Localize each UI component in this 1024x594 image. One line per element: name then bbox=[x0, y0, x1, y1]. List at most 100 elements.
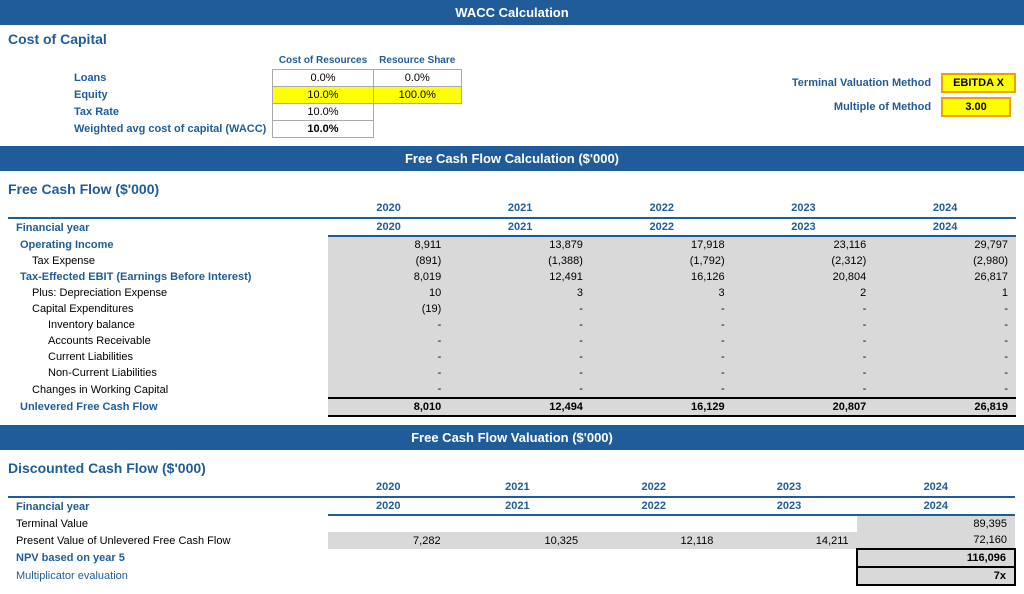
dcf-year-2021: 2021 bbox=[449, 478, 587, 497]
dcf-header: Free Cash Flow Valuation ($'000) bbox=[0, 425, 1024, 450]
fcf-cell-6-3: - bbox=[733, 317, 875, 333]
fcf-header-val-3: 2023 bbox=[733, 218, 875, 236]
tax-rate-label: Tax Rate bbox=[68, 104, 273, 121]
dcf-cell-1-1 bbox=[449, 515, 587, 532]
fcf-cell-9-4: - bbox=[874, 365, 1016, 381]
loans-share[interactable]: 0.0% bbox=[373, 70, 461, 87]
fcf-cell-3-4: 26,817 bbox=[874, 269, 1016, 285]
fcf-row-label-7: Accounts Receivable bbox=[8, 333, 328, 349]
fcf-row-9: Non-Current Liabilities----- bbox=[8, 365, 1016, 381]
fcf-row-5: Capital Expenditures(19)---- bbox=[8, 301, 1016, 317]
fcf-title: Free Cash Flow ($'000) bbox=[8, 175, 1016, 199]
fcf-cell-1-4: 29,797 bbox=[874, 236, 1016, 253]
fcf-row-label-3: Tax-Effected EBIT (Earnings Before Inter… bbox=[8, 269, 328, 285]
multiple-method-label: Multiple of Method bbox=[731, 101, 931, 113]
dcf-row-1: Terminal Value 89,395 bbox=[8, 515, 1015, 532]
fcf-cell-8-2: - bbox=[591, 349, 733, 365]
fcf-table: 2020 2021 2022 2023 2024 Financial year2… bbox=[8, 199, 1016, 417]
terminal-method-val[interactable]: EBITDA X bbox=[941, 73, 1016, 93]
fcf-year-2024: 2024 bbox=[874, 199, 1016, 218]
fcf-cell-5-0: (19) bbox=[328, 301, 449, 317]
fcf-cell-6-1: - bbox=[449, 317, 591, 333]
tax-rate-row: Tax Rate 10.0% bbox=[68, 104, 461, 121]
dcf-title: Discounted Cash Flow ($'000) bbox=[8, 454, 1016, 478]
fcf-cell-1-0: 8,911 bbox=[328, 236, 449, 253]
equity-cost[interactable]: 10.0% bbox=[273, 87, 373, 104]
dcf-cell-2-4: 72,160 bbox=[857, 532, 1015, 549]
fcf-row-2: Tax Expense(891)(1,388)(1,792)(2,312)(2,… bbox=[8, 253, 1016, 269]
tax-rate-val[interactable]: 10.0% bbox=[273, 104, 373, 121]
dcf-cell-1-4: 89,395 bbox=[857, 515, 1015, 532]
fcf-cell-7-2: - bbox=[591, 333, 733, 349]
dcf-row-label-3: NPV based on year 5 bbox=[8, 549, 328, 567]
equity-row: Equity 10.0% 100.0% bbox=[68, 87, 461, 104]
fcf-cell-3-0: 8,019 bbox=[328, 269, 449, 285]
fcf-cell-11-2: 16,129 bbox=[591, 398, 733, 416]
wacc-section: Cost of Resources Resource Share Loans 0… bbox=[0, 49, 1024, 146]
fcf-row-7: Accounts Receivable----- bbox=[8, 333, 1016, 349]
dcf-cell-3-1 bbox=[449, 549, 587, 567]
loans-cost[interactable]: 0.0% bbox=[273, 70, 373, 87]
multiple-method-row: Multiple of Method 3.00 bbox=[731, 97, 1016, 117]
dcf-cell-4-1 bbox=[449, 567, 587, 585]
dcf-row-label-1: Terminal Value bbox=[8, 515, 328, 532]
dcf-row-label-0: Financial year bbox=[8, 497, 328, 515]
dcf-cell-2-1: 10,325 bbox=[449, 532, 587, 549]
fcf-cell-9-3: - bbox=[733, 365, 875, 381]
fcf-cell-5-2: - bbox=[591, 301, 733, 317]
fcf-cell-4-2: 3 bbox=[591, 285, 733, 301]
fcf-cell-8-1: - bbox=[449, 349, 591, 365]
fcf-cell-7-0: - bbox=[328, 333, 449, 349]
fcf-cell-10-3: - bbox=[733, 381, 875, 398]
equity-share[interactable]: 100.0% bbox=[373, 87, 461, 104]
dcf-row-label-2: Present Value of Unlevered Free Cash Flo… bbox=[8, 532, 328, 549]
resource-share-header: Resource Share bbox=[373, 53, 461, 70]
fcf-row-label-6: Inventory balance bbox=[8, 317, 328, 333]
fcf-cell-7-4: - bbox=[874, 333, 1016, 349]
dcf-cell-2-2: 12,118 bbox=[586, 532, 721, 549]
fcf-cell-9-0: - bbox=[328, 365, 449, 381]
dcf-cell-0-4: 2024 bbox=[857, 497, 1015, 515]
fcf-year-2022: 2022 bbox=[591, 199, 733, 218]
dcf-cell-0-0: 2020 bbox=[328, 497, 449, 515]
wacc-row: Weighted avg cost of capital (WACC) 10.0… bbox=[68, 121, 461, 138]
fcf-section: Free Cash Flow ($'000) 2020 2021 2022 20… bbox=[0, 171, 1024, 425]
fcf-cell-4-0: 10 bbox=[328, 285, 449, 301]
fcf-cell-5-1: - bbox=[449, 301, 591, 317]
fcf-cell-6-0: - bbox=[328, 317, 449, 333]
dcf-cell-4-3 bbox=[721, 567, 856, 585]
dcf-cell-1-3 bbox=[721, 515, 856, 532]
fcf-header-val-0: 2020 bbox=[328, 218, 449, 236]
fcf-cell-11-0: 8,010 bbox=[328, 398, 449, 416]
dcf-year-2023: 2023 bbox=[721, 478, 856, 497]
fcf-cell-7-3: - bbox=[733, 333, 875, 349]
fcf-row-0: Financial year20202021202220232024 bbox=[8, 218, 1016, 236]
dcf-cell-4-2 bbox=[586, 567, 721, 585]
fcf-cell-4-4: 1 bbox=[874, 285, 1016, 301]
fcf-cell-2-1: (1,388) bbox=[449, 253, 591, 269]
loans-label: Loans bbox=[68, 70, 273, 87]
dcf-cell-0-1: 2021 bbox=[449, 497, 587, 515]
fcf-row-label-10: Changes in Working Capital bbox=[8, 381, 328, 398]
dcf-header-row: 2020 2021 2022 2023 2024 bbox=[8, 478, 1015, 497]
fcf-row-label-11: Unlevered Free Cash Flow bbox=[8, 398, 328, 416]
fcf-row-1: Operating Income8,91113,87917,91823,1162… bbox=[8, 236, 1016, 253]
wacc-grid: Cost of Resources Resource Share Loans 0… bbox=[8, 53, 1016, 138]
fcf-cell-5-4: - bbox=[874, 301, 1016, 317]
dcf-table: 2020 2021 2022 2023 2024 Financial year2… bbox=[8, 478, 1016, 586]
fcf-cell-8-3: - bbox=[733, 349, 875, 365]
wacc-val[interactable]: 10.0% bbox=[273, 121, 373, 138]
dcf-row-label-4: Multiplicator evaluation bbox=[8, 567, 328, 585]
cost-resources-header: Cost of Resources bbox=[273, 53, 373, 70]
fcf-row-label-5: Capital Expenditures bbox=[8, 301, 328, 317]
fcf-cell-8-0: - bbox=[328, 349, 449, 365]
fcf-row-label-8: Current Liabilities bbox=[8, 349, 328, 365]
fcf-cell-10-0: - bbox=[328, 381, 449, 398]
dcf-year-2020: 2020 bbox=[328, 478, 449, 497]
terminal-method-row: Terminal Valuation Method EBITDA X bbox=[731, 73, 1016, 93]
multiple-method-val[interactable]: 3.00 bbox=[941, 97, 1011, 117]
fcf-year-2023: 2023 bbox=[733, 199, 875, 218]
fcf-row-4: Plus: Depreciation Expense103321 bbox=[8, 285, 1016, 301]
fcf-header-row: 2020 2021 2022 2023 2024 bbox=[8, 199, 1016, 218]
fcf-row-10: Changes in Working Capital----- bbox=[8, 381, 1016, 398]
